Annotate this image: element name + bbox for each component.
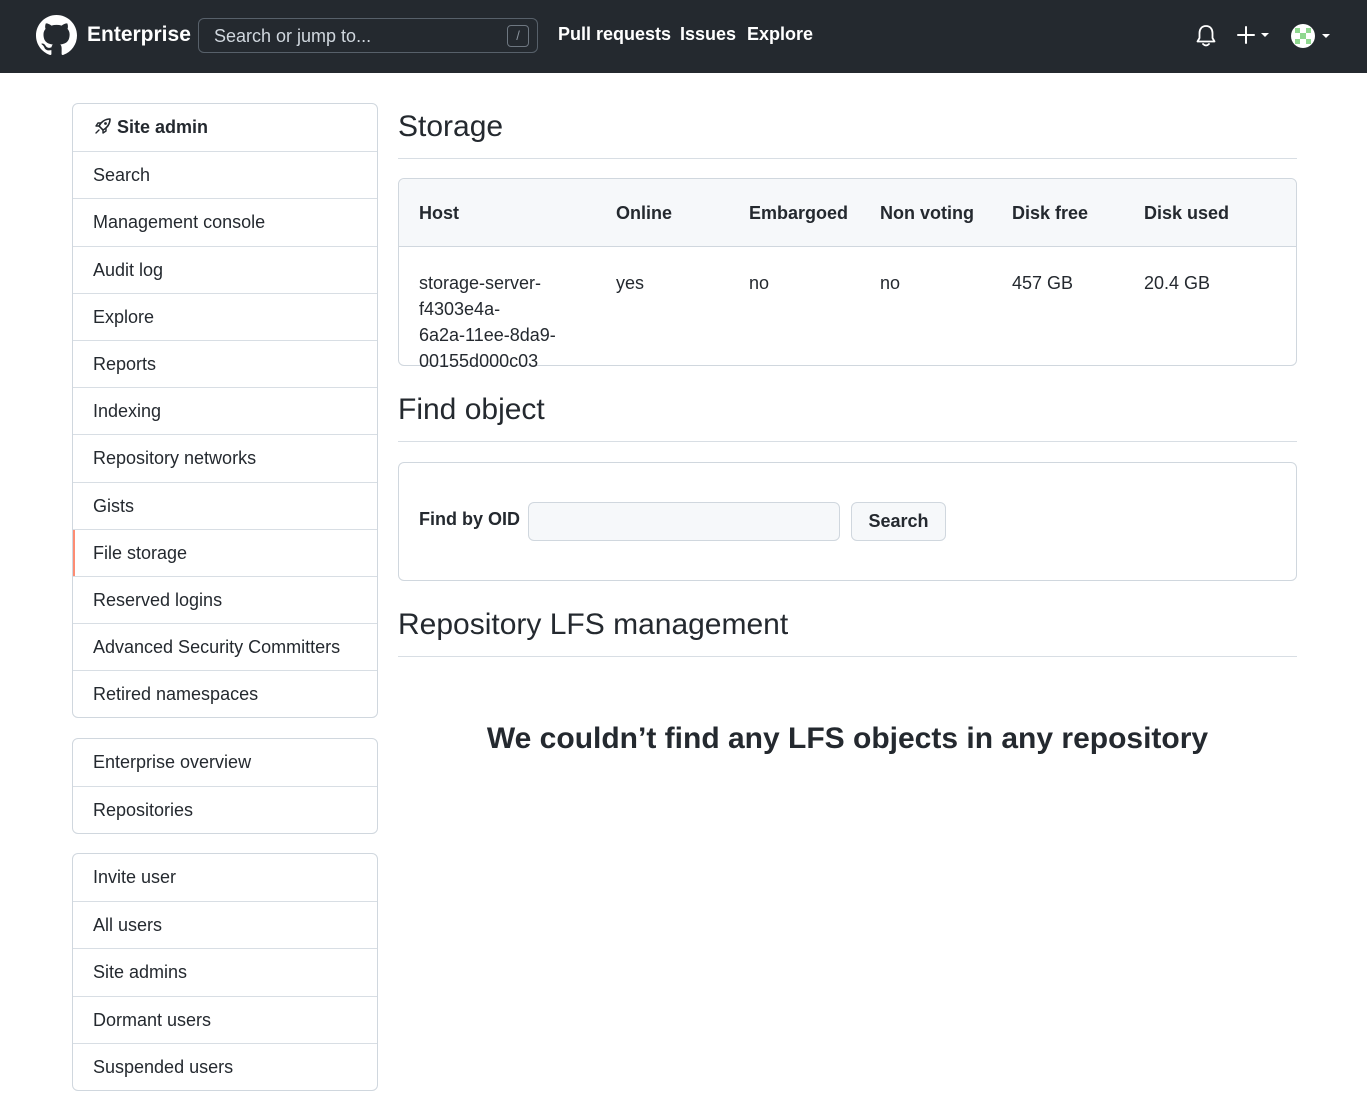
column-header-disk-used: Disk used <box>1144 203 1230 223</box>
nav-issues[interactable]: Issues <box>680 24 736 45</box>
enterprise-menu: Enterprise overview Repositories <box>72 738 378 835</box>
sidebar-item-repository-networks[interactable]: Repository networks <box>73 434 377 481</box>
sidebar-item-indexing[interactable]: Indexing <box>73 387 377 434</box>
github-logo-icon[interactable] <box>36 15 77 56</box>
users-menu: Invite user All users Site admins Dorman… <box>72 853 378 1091</box>
cell-online: yes <box>616 273 645 293</box>
sidebar-item-enterprise-overview[interactable]: Enterprise overview <box>73 739 377 786</box>
sidebar-item-site-admin[interactable]: Site admin <box>73 104 377 151</box>
sidebar-item-invite-user[interactable]: Invite user <box>73 854 377 901</box>
sidebar-item-search[interactable]: Search <box>73 151 377 198</box>
search-shortcut-badge: / <box>507 25 529 47</box>
create-new-plus-icon[interactable] <box>1236 24 1272 48</box>
cell-host: storage-server-f4303e4a- 6a2a-11ee-8da9-… <box>419 270 619 374</box>
notifications-bell-icon[interactable] <box>1195 24 1217 48</box>
search-input[interactable]: Search or jump to... / <box>198 18 538 53</box>
cell-disk-free: 457 GB <box>1012 273 1074 293</box>
sidebar-item-audit-log[interactable]: Audit log <box>73 245 377 293</box>
sidebar-item-repositories[interactable]: Repositories <box>73 786 377 833</box>
table-header: Host Online Embargoed Non voting Disk fr… <box>399 179 1296 247</box>
storage-divider <box>398 158 1297 159</box>
header: Enterprise Search or jump to... / Pull r… <box>0 0 1367 73</box>
sidebar-item-file-storage[interactable]: File storage <box>73 528 377 577</box>
storage-heading: Storage <box>398 110 504 143</box>
site-admin-menu: Site admin Search Management console Aud… <box>72 103 378 719</box>
host-line: storage-server-f4303e4a- <box>419 273 542 319</box>
find-by-oid-label: Find by OID <box>419 509 520 529</box>
sidebar-item-label: Site admin <box>117 117 209 137</box>
host-line: 00155d000c03 <box>419 351 539 371</box>
find-object-heading: Find object <box>398 393 545 426</box>
lfs-blankslate-message: We couldn’t find any LFS objects in any … <box>486 722 1209 755</box>
column-header-non-voting: Non voting <box>880 203 974 223</box>
find-object-divider <box>398 441 1297 442</box>
sidebar-item-gists[interactable]: Gists <box>73 481 377 529</box>
column-header-embargoed: Embargoed <box>749 203 849 223</box>
lfs-divider <box>398 656 1297 657</box>
find-object-form: Find by OID Search <box>398 462 1297 581</box>
nav-pull-requests[interactable]: Pull requests <box>558 24 671 45</box>
cell-embargoed: no <box>749 273 770 293</box>
column-header-host: Host <box>419 203 459 223</box>
user-avatar[interactable] <box>1290 22 1332 50</box>
storage-table: Host Online Embargoed Non voting Disk fr… <box>398 178 1297 371</box>
search-placeholder: Search or jump to... <box>214 26 372 46</box>
brand-name[interactable]: Enterprise <box>87 23 191 47</box>
sidebar-item-dormant-users[interactable]: Dormant users <box>73 995 377 1043</box>
sidebar-item-advanced-security-committers[interactable]: Advanced Security Committers <box>73 623 377 670</box>
sidebar-item-reserved-logins[interactable]: Reserved logins <box>73 575 377 623</box>
cell-non-voting: no <box>880 273 901 293</box>
host-line: 6a2a-11ee-8da9- <box>419 325 556 345</box>
sidebar-item-reports[interactable]: Reports <box>73 339 377 387</box>
lfs-heading: Repository LFS management <box>398 608 789 641</box>
sidebar-item-retired-namespaces[interactable]: Retired namespaces <box>73 670 377 717</box>
nav-explore[interactable]: Explore <box>747 24 813 45</box>
column-header-disk-free: Disk free <box>1012 203 1089 223</box>
sidebar-item-suspended-users[interactable]: Suspended users <box>73 1042 377 1090</box>
sidebar-item-management-console[interactable]: Management console <box>73 198 377 245</box>
rocket-icon <box>95 118 111 134</box>
oid-input[interactable] <box>528 502 840 541</box>
sidebar-item-site-admins[interactable]: Site admins <box>73 948 377 995</box>
cell-disk-used: 20.4 GB <box>1144 273 1211 293</box>
search-button[interactable]: Search <box>851 502 946 541</box>
column-header-online: Online <box>616 203 673 223</box>
sidebar-item-explore[interactable]: Explore <box>73 292 377 340</box>
sidebar-item-all-users[interactable]: All users <box>73 901 377 948</box>
